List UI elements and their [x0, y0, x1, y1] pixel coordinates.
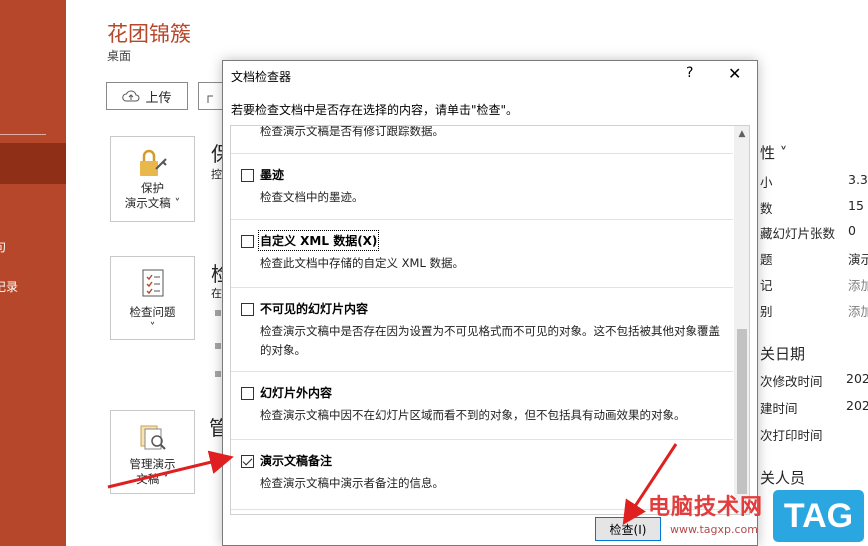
scroll-up-icon[interactable]: ▲: [734, 126, 749, 142]
inspect-label-line2: ˅: [149, 320, 156, 334]
upload-button[interactable]: 上传: [106, 82, 188, 110]
bullet-square: [215, 343, 221, 349]
inspection-item-description: 检查演示文稿中因不在幻灯片区域而看不到的对象，但不包括具有动画效果的对象。: [260, 408, 686, 422]
custom-xml-checkbox[interactable]: [241, 235, 254, 248]
inspect-label-line1: 检查问题: [129, 305, 176, 319]
inspection-item-description: 检查文档中的墨迹。: [260, 190, 364, 204]
help-button[interactable]: ?: [686, 65, 693, 81]
inspection-item-description: 检查此文档中存储的自定义 XML 数据。: [260, 256, 465, 270]
inspection-item-title[interactable]: 不可见的幻灯片内容: [260, 300, 368, 317]
inspect-section-text: 在: [211, 287, 222, 300]
date-value: 202: [846, 371, 868, 386]
cloud-upload-icon: [122, 90, 140, 102]
manage-presentation-tile[interactable]: 管理演示 文稿 ˅: [110, 410, 195, 494]
inspection-item-title[interactable]: 墨迹: [260, 166, 284, 183]
property-value[interactable]: 演示: [848, 249, 868, 268]
property-value: 15: [848, 198, 864, 213]
sidebar-item-label[interactable]: 句: [0, 238, 6, 255]
close-icon[interactable]: ✕: [728, 64, 741, 83]
inspection-item: 检查演示文稿是否有修订跟踪数据。: [231, 125, 733, 154]
off-slide-content-checkbox[interactable]: [241, 387, 254, 400]
protect-section-text: 控: [211, 168, 222, 181]
property-label: 数: [760, 201, 773, 216]
dialog-prompt: 若要检查文档中是否存在选择的内容，请单击"检查"。: [231, 103, 519, 117]
inspection-item: 墨迹 检查文档中的墨迹。: [231, 154, 733, 220]
inspection-options-list: 检查演示文稿是否有修订跟踪数据。 墨迹 检查文档中的墨迹。 自定义 XML 数据…: [230, 125, 750, 515]
document-location: 桌面: [107, 49, 132, 63]
checklist-icon: [142, 269, 163, 297]
property-label: 小: [760, 175, 773, 190]
manage-document-icon: [140, 425, 166, 450]
manage-label-line2: 文稿 ˅: [136, 472, 169, 486]
inspection-item-description: 检查演示文稿是否有修订跟踪数据。: [260, 125, 444, 138]
document-inspector-dialog: 文档检查器 ? ✕ 若要检查文档中是否存在选择的内容，请单击"检查"。 检查演示…: [222, 60, 758, 546]
backstage-sidebar: 句 记录: [0, 0, 66, 546]
presentation-notes-checkbox[interactable]: [241, 455, 254, 468]
inspection-item: 幻灯片外内容 检查演示文稿中因不在幻灯片区域而看不到的对象，但不包括具有动画效果…: [231, 372, 733, 440]
property-label: 藏幻灯片张数: [760, 226, 836, 241]
property-value: 3.30: [848, 172, 868, 187]
date-label: 建时间: [760, 401, 798, 416]
inspection-item-title[interactable]: 幻灯片外内容: [260, 384, 332, 401]
inspection-item: 自定义 XML 数据(X) 检查此文档中存储的自定义 XML 数据。: [231, 220, 733, 288]
inspection-item-title[interactable]: 自定义 XML 数据(X): [257, 230, 380, 251]
date-label: 次打印时间: [760, 428, 823, 443]
protect-presentation-tile[interactable]: 保护 演示文稿 ˅: [110, 136, 195, 222]
protect-label-line1: 保护: [141, 181, 164, 195]
watermark-text: 电脑技术网: [648, 495, 764, 520]
sidebar-item-info-active[interactable]: [0, 143, 66, 184]
bullet-square: [215, 310, 221, 316]
inspection-item-title[interactable]: 演示文稿备注: [260, 452, 332, 469]
ink-checkbox[interactable]: [241, 169, 254, 182]
manage-label-line1: 管理演示: [129, 457, 176, 471]
watermark-url: www.tagxp.com: [670, 523, 758, 536]
watermark-badge: TAG: [773, 490, 864, 542]
properties-heading[interactable]: 性 ˅: [760, 142, 787, 163]
property-label: 记: [760, 278, 773, 293]
check-issues-tile[interactable]: 检查问题 ˅: [110, 256, 195, 340]
date-value: 202: [846, 398, 868, 413]
inspection-item: 不可见的幻灯片内容 检查演示文稿中是否存在因为设置为不可见格式而不可见的对象。这…: [231, 288, 733, 372]
related-dates-heading: 关日期: [760, 345, 806, 363]
sidebar-item-label[interactable]: 记录: [0, 278, 18, 295]
upload-label: 上传: [145, 90, 172, 106]
scrollbar-thumb[interactable]: [737, 329, 747, 494]
property-label: 题: [760, 252, 773, 267]
date-label: 次修改时间: [760, 374, 823, 389]
dialog-title: 文档检查器: [231, 70, 292, 84]
bullet-square: [215, 371, 221, 377]
protect-label-line2: 演示文稿 ˅: [124, 196, 181, 210]
list-scrollbar[interactable]: ▲: [734, 126, 749, 514]
document-title: 花团锦簇: [107, 22, 191, 46]
sidebar-divider: [0, 134, 46, 135]
invisible-content-checkbox[interactable]: [241, 303, 254, 316]
property-value: 0: [848, 223, 856, 238]
related-people-heading: 关人员: [760, 469, 806, 487]
inspection-item-description: 检查演示文稿中是否存在因为设置为不可见格式而不可见的对象。这不包括被其他对象覆盖…: [260, 324, 720, 357]
property-label: 别: [760, 304, 773, 319]
add-category-link[interactable]: 添加: [848, 301, 868, 320]
lock-key-icon: [139, 149, 167, 176]
add-tag-link[interactable]: 添加: [848, 275, 868, 294]
